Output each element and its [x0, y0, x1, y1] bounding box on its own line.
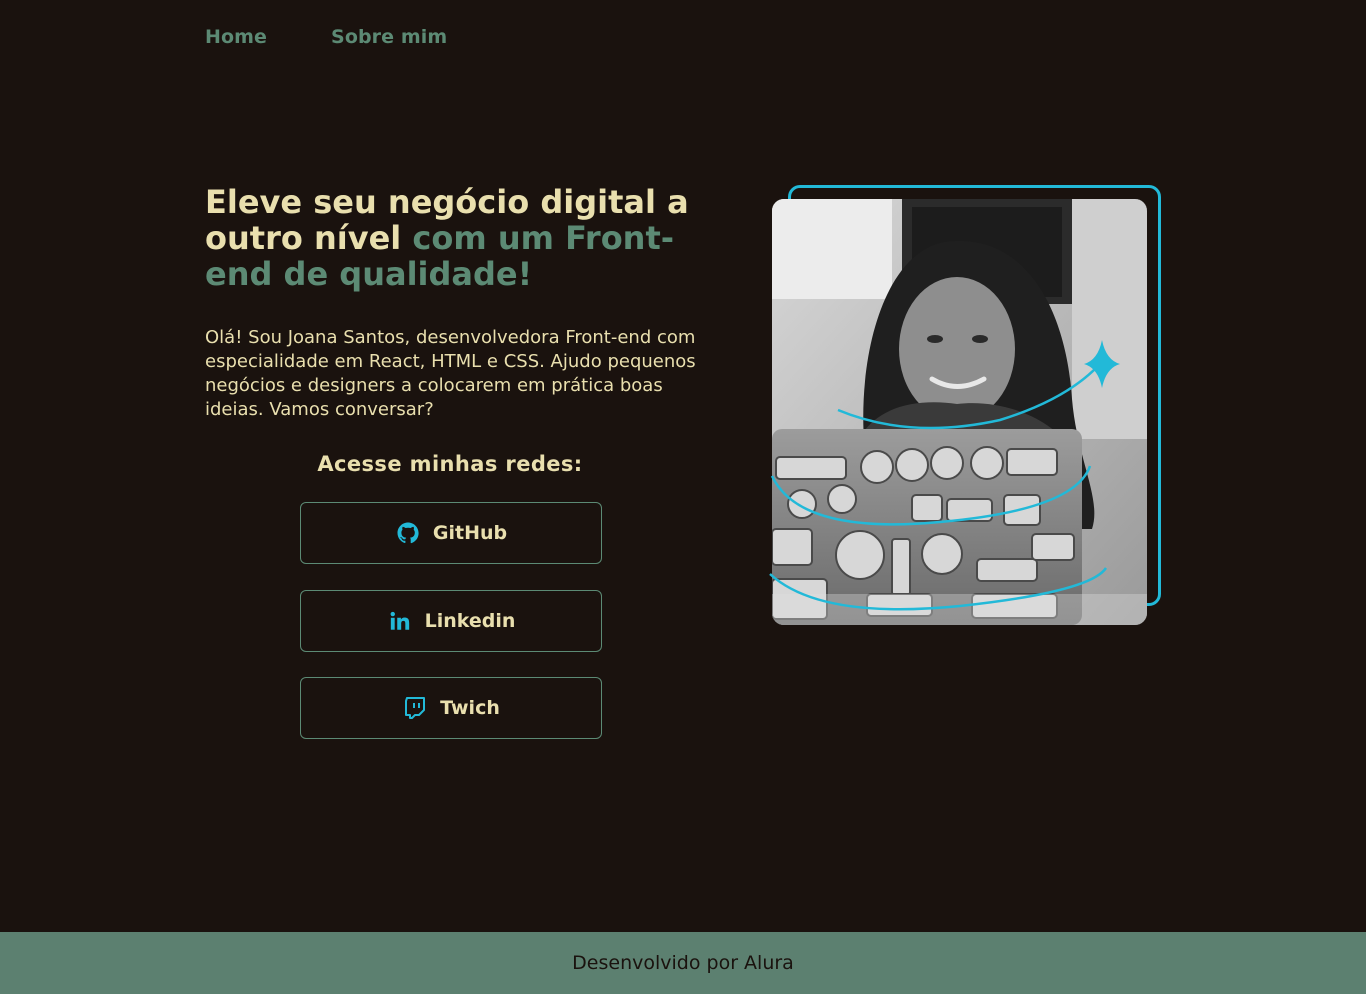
github-button[interactable]: GitHub [300, 502, 602, 564]
nav-link-sobre-mim[interactable]: Sobre mim [331, 26, 447, 48]
twitch-label: Twich [440, 697, 500, 719]
page: Home Sobre mim Eleve seu negócio digital… [0, 0, 1366, 994]
linkedin-icon [387, 608, 413, 634]
twitch-icon [402, 695, 428, 721]
top-nav: Home Sobre mim [205, 26, 447, 48]
socials-title: Acesse minhas redes: [317, 452, 583, 476]
nav-link-home[interactable]: Home [205, 26, 267, 48]
linkedin-button[interactable]: Linkedin [300, 590, 602, 652]
hero-intro: Olá! Sou Joana Santos, desenvolvedora Fr… [205, 327, 696, 420]
twitch-button[interactable]: Twich [300, 677, 602, 739]
profile-photo [772, 199, 1147, 625]
linkedin-label: Linkedin [424, 610, 516, 632]
github-icon [395, 520, 421, 546]
github-label: GitHub [432, 522, 508, 544]
footer: Desenvolvido por Alura [0, 932, 1366, 994]
footer-text: Desenvolvido por Alura [572, 952, 794, 974]
hero-headline: Eleve seu negócio digital a outro nível … [205, 184, 705, 292]
